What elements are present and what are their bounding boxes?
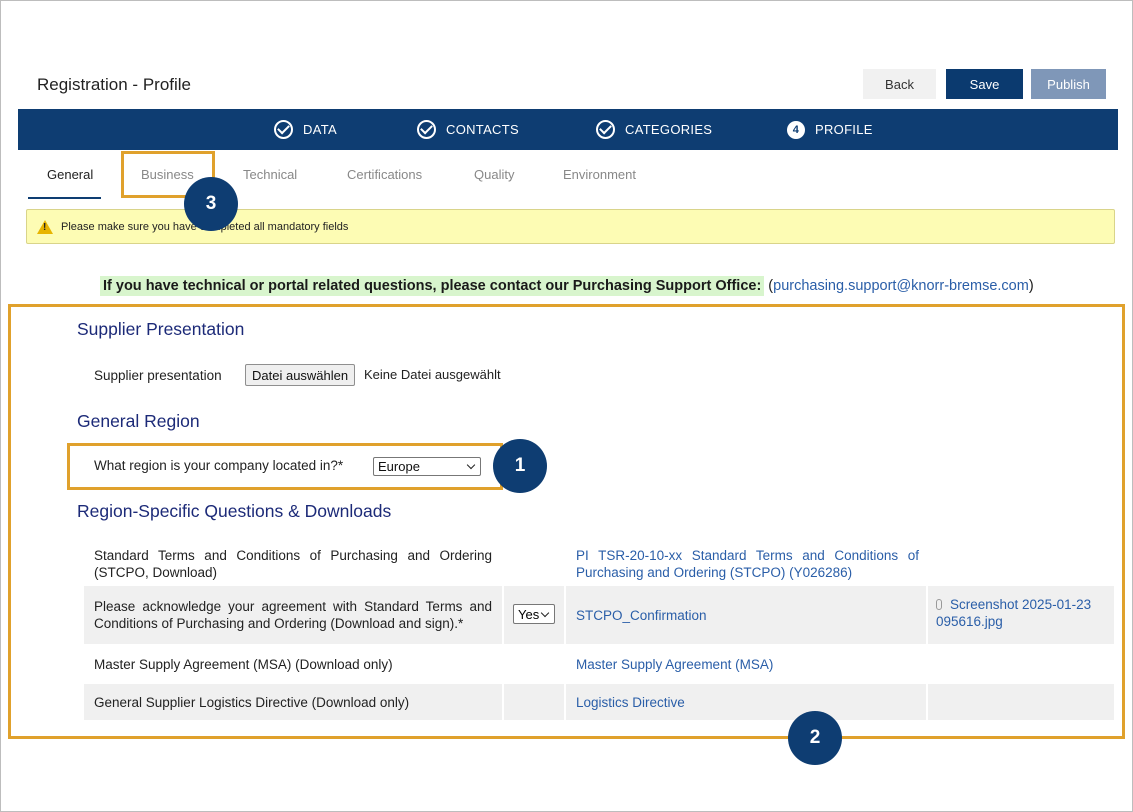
tab-quality[interactable]: Quality (474, 167, 514, 182)
save-button[interactable]: Save (946, 69, 1023, 99)
page-header: Registration - Profile Back Save Publish (18, 58, 1118, 108)
warning-triangle-icon (37, 219, 53, 234)
step-label: CATEGORIES (625, 122, 713, 137)
tab-technical[interactable]: Technical (243, 167, 297, 182)
step-label: DATA (303, 122, 337, 137)
back-button[interactable]: Back (863, 69, 936, 99)
step-categories[interactable]: CATEGORIES (596, 109, 712, 150)
support-contact-text: If you have technical or portal related … (100, 276, 765, 296)
step-contacts[interactable]: CONTACTS (417, 109, 519, 150)
step-label: CONTACTS (446, 122, 519, 137)
support-email-link[interactable]: purchasing.support@knorr-bremse.com (773, 276, 1029, 296)
support-contact-banner: If you have technical or portal related … (100, 275, 1034, 297)
tab-general[interactable]: General (47, 167, 93, 182)
tab-environment[interactable]: Environment (563, 167, 636, 182)
registration-step-bar: DATA CONTACTS CATEGORIES 4 PROFILE (18, 109, 1118, 150)
page-title: Registration - Profile (37, 75, 192, 94)
annotation-badge-1: 1 (493, 439, 547, 493)
tab-certifications[interactable]: Certifications (347, 167, 422, 182)
check-circle-icon (596, 120, 615, 139)
annotation-box-profile-content (8, 304, 1125, 739)
check-circle-icon (274, 120, 293, 139)
step-data[interactable]: DATA (274, 109, 337, 150)
check-circle-icon (417, 120, 436, 139)
step-label: PROFILE (815, 122, 873, 137)
annotation-badge-2: 2 (788, 711, 842, 765)
paren-close: ) (1028, 278, 1034, 294)
publish-button[interactable]: Publish (1031, 69, 1106, 99)
warning-text-start: Please make sure you have c (61, 220, 206, 233)
active-tab-indicator (28, 197, 101, 199)
step-profile[interactable]: 4 PROFILE (787, 109, 873, 150)
annotation-badge-3: 3 (184, 177, 238, 231)
step-number-badge: 4 (787, 120, 805, 139)
